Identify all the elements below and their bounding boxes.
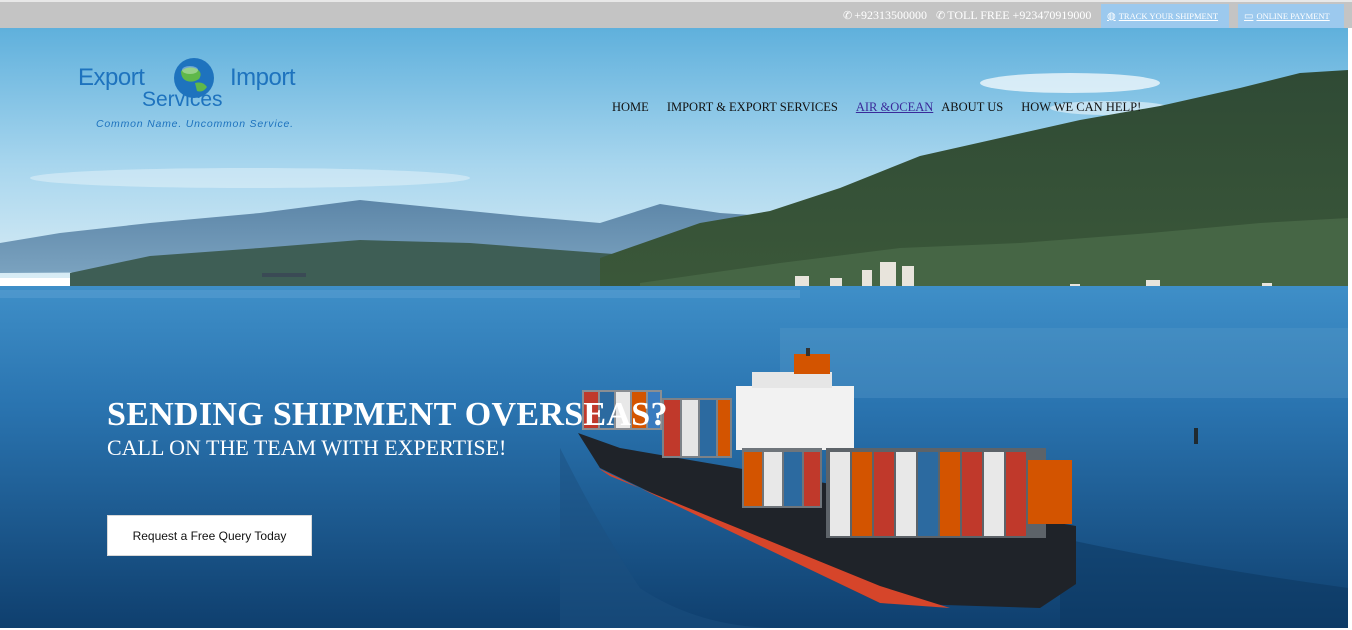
nav-item-import-export-services[interactable]: IMPORT & EXPORT SERVICES [667, 100, 838, 115]
nav-item-air-ocean[interactable]: AIR &OCEAN [856, 100, 933, 115]
globe-icon: ◍ [1107, 10, 1116, 22]
track-shipment-link[interactable]: ◍ TRACK YOUR SHIPMENT [1101, 4, 1229, 28]
phone-number-2-text: TOLL FREE +923470919000 [947, 8, 1092, 22]
online-payment-label: ONLINE PAYMENT [1256, 11, 1330, 21]
nav-item-how-we-can-help[interactable]: HOW WE CAN HELP! [1021, 100, 1141, 115]
main-nav: HOME IMPORT & EXPORT SERVICES AIR &OCEAN… [612, 100, 1159, 115]
phone-number-1-text: +92313500000 [854, 8, 927, 22]
nav-item-about-us[interactable]: ABOUT US [941, 100, 1003, 115]
logo-word-export: Export [78, 64, 145, 91]
logo-tagline: Common Name. Uncommon Service. [96, 118, 294, 130]
phone-number-1[interactable]: ✆ +92313500000 [843, 8, 927, 23]
track-shipment-label: TRACK YOUR SHIPMENT [1118, 11, 1219, 21]
logo-word-import: Import [230, 64, 296, 91]
request-free-query-button[interactable]: Request a Free Query Today [107, 515, 312, 556]
hero-banner: Export Import Services Common Name. Unco… [0, 28, 1348, 628]
top-bar: ✆ +92313500000 ✆ TOLL FREE +923470919000 ◍… [0, 0, 1352, 28]
phone-number-2[interactable]: ✆ TOLL FREE +923470919000 [936, 8, 1091, 23]
online-payment-link[interactable]: ▭ ONLINE PAYMENT [1238, 4, 1344, 28]
logo-word-services: Services [142, 88, 223, 111]
hero-headline: SENDING SHIPMENT OVERSEAS? [107, 396, 668, 433]
card-icon: ▭ [1244, 10, 1254, 22]
hero-subheadline: CALL ON THE TEAM WITH EXPERTISE! [107, 435, 507, 460]
phone-icon: ✆ [843, 10, 853, 22]
phone-icon: ✆ [936, 10, 946, 22]
company-logo[interactable]: Export Import Services Common Name. Unco… [78, 56, 318, 136]
page: ✆ +92313500000 ✆ TOLL FREE +923470919000 ◍… [0, 0, 1352, 630]
nav-item-home[interactable]: HOME [612, 100, 649, 115]
